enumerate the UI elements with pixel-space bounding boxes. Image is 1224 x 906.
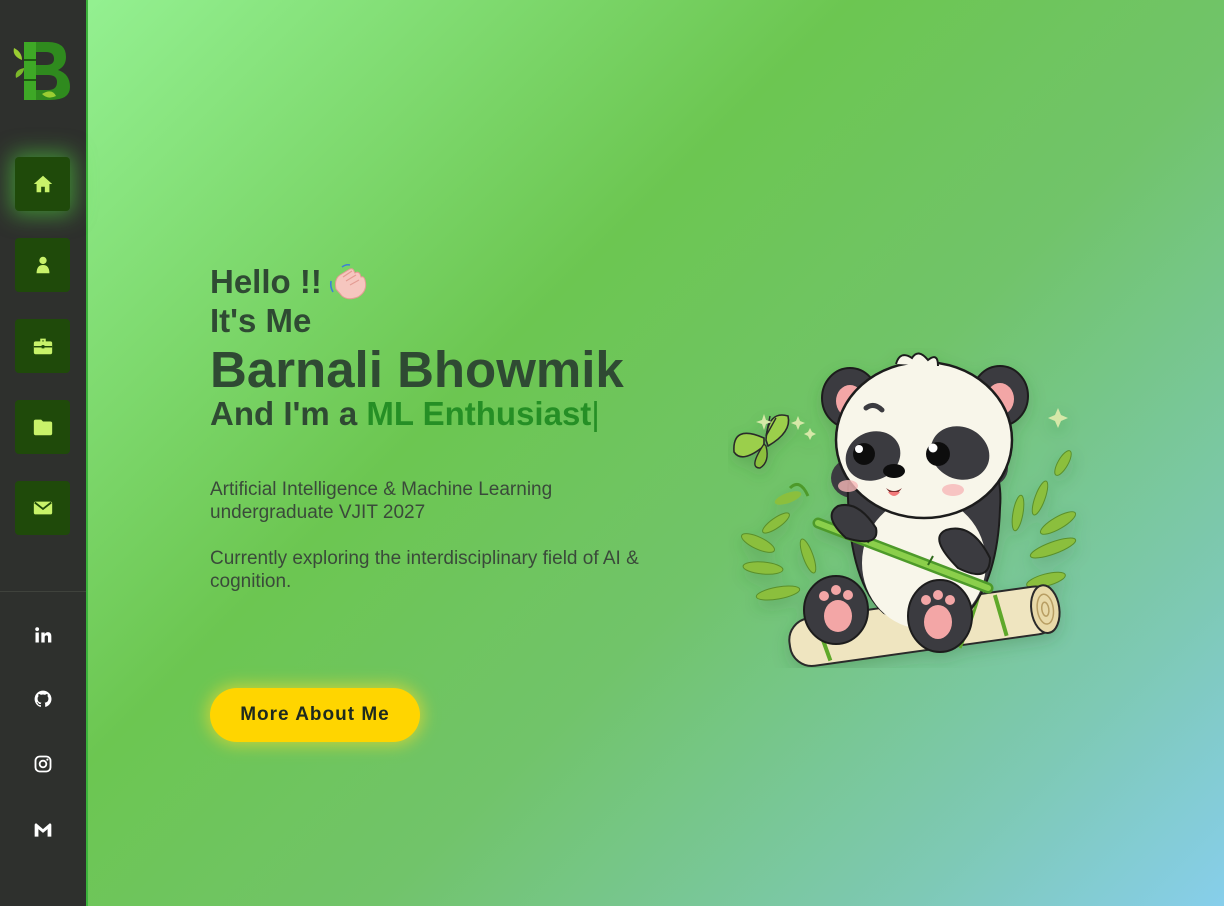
role-line: And I'm a ML Enthusiast| (210, 394, 690, 434)
sidebar (0, 0, 88, 906)
nav-experience-button[interactable] (15, 319, 70, 373)
intro-line: It's Me (210, 302, 312, 339)
nav-home-button[interactable] (15, 157, 70, 211)
user-icon (36, 256, 49, 274)
panda-illustration (728, 348, 1098, 668)
github-icon (34, 690, 52, 707)
gmail-icon (34, 823, 52, 837)
home-icon (33, 175, 52, 193)
waving-hand-icon (329, 263, 367, 300)
bamboo-b-logo[interactable] (12, 38, 74, 104)
typing-cursor: | (591, 395, 600, 432)
full-name-heading: Barnali Bhowmik (210, 341, 624, 398)
nav-contact-button[interactable] (15, 481, 70, 535)
instagram-link[interactable] (28, 749, 58, 779)
mail-icon (33, 501, 52, 515)
more-about-me-button[interactable]: More About Me (210, 688, 420, 742)
hero-section: Hello !! It's Me Barnali Bhowmik And I'm… (210, 262, 690, 593)
education-description: Artificial Intelligence & Machine Learni… (210, 479, 553, 523)
folder-icon (33, 419, 52, 436)
github-link[interactable] (28, 684, 58, 714)
gmail-link[interactable] (28, 815, 58, 845)
greeting-text: Hello !! (210, 263, 322, 300)
linkedin-icon (35, 627, 52, 643)
role-text: ML Enthusiast (366, 395, 592, 432)
instagram-icon (34, 755, 52, 773)
interest-description: Currently exploring the interdisciplinar… (210, 548, 639, 592)
sidebar-divider (0, 591, 86, 592)
briefcase-icon (33, 338, 52, 355)
role-prefix: And I'm a (210, 395, 367, 432)
nav-projects-button[interactable] (15, 400, 70, 454)
greeting-line: Hello !! (210, 262, 690, 302)
nav-about-button[interactable] (15, 238, 70, 292)
linkedin-link[interactable] (28, 620, 58, 650)
